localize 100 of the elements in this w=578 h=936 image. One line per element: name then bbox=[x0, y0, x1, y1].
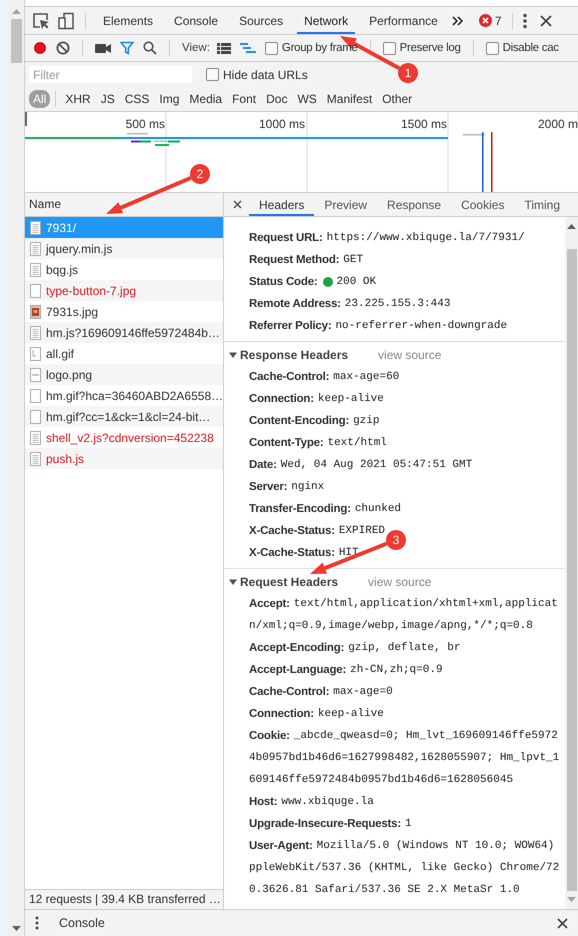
panel-tab[interactable]: Console bbox=[167, 7, 226, 34]
request-row[interactable]: shell_v2.js?cdnversion=452238 bbox=[25, 427, 223, 448]
header-name: Content-Type: bbox=[249, 437, 324, 449]
type-filter[interactable]: WS bbox=[293, 90, 321, 108]
type-filter[interactable]: Doc bbox=[262, 90, 292, 108]
header-name: Content-Encoding: bbox=[249, 415, 350, 427]
request-row[interactable]: logo.png bbox=[25, 364, 223, 385]
request-row[interactable]: hm.js?169609146ffe5972484b… bbox=[25, 322, 223, 343]
chevrons-icon[interactable] bbox=[452, 16, 464, 26]
device-icon[interactable] bbox=[57, 12, 75, 30]
detail-tab[interactable]: Timing bbox=[514, 193, 570, 216]
timeline-tick-label: 1000 ms bbox=[258, 117, 305, 131]
record-button[interactable] bbox=[33, 41, 47, 55]
waterfall-view-icon[interactable] bbox=[240, 42, 256, 54]
drawer-tab[interactable]: Console bbox=[59, 916, 105, 930]
blank-file-icon bbox=[30, 284, 41, 298]
header-name: Request URL: bbox=[249, 232, 323, 244]
scroll-up-icon[interactable] bbox=[567, 223, 576, 229]
request-name: shell_v2.js?cdnversion=452238 bbox=[46, 430, 214, 444]
checkbox[interactable] bbox=[264, 42, 278, 54]
view-source-link[interactable]: view source bbox=[368, 575, 432, 589]
type-filter[interactable]: Other bbox=[378, 90, 416, 108]
detail-tab[interactable]: Response bbox=[377, 193, 452, 216]
header-value: 200 OK bbox=[336, 276, 376, 288]
image-thumbnail-icon bbox=[30, 304, 41, 318]
header-value: EXPIRED bbox=[338, 525, 386, 537]
scroll-down-icon[interactable] bbox=[12, 926, 20, 932]
blank-file-icon bbox=[30, 410, 41, 424]
filter-icon[interactable] bbox=[120, 41, 134, 55]
header-value: no-referrer-when-downgrade bbox=[335, 320, 508, 332]
type-filter[interactable]: Font bbox=[228, 90, 260, 108]
request-name: hm.gif?hca=36460ABD2A6558… bbox=[46, 388, 224, 402]
close-icon[interactable] bbox=[557, 918, 568, 928]
checkbox-label: Hide data URLs bbox=[223, 68, 308, 82]
request-row[interactable]: hm.gif?hca=36460ABD2A6558… bbox=[25, 385, 223, 406]
more-icon[interactable] bbox=[35, 916, 39, 930]
type-filter[interactable]: Manifest bbox=[322, 90, 376, 108]
camera-icon[interactable] bbox=[95, 42, 111, 54]
panel-tab[interactable]: Sources bbox=[232, 7, 290, 34]
clear-icon[interactable] bbox=[56, 41, 70, 55]
type-filter[interactable]: XHR bbox=[61, 90, 95, 108]
checkbox[interactable] bbox=[486, 42, 499, 54]
scrollbar-thumb[interactable] bbox=[566, 249, 576, 891]
header-value: _abcde_qweasd=0; Hm_lvt_169609146ffe5972 bbox=[294, 730, 558, 742]
header-name: Upgrade-Insecure-Requests: bbox=[249, 818, 402, 830]
type-filter[interactable]: Img bbox=[155, 90, 184, 108]
detail-tab[interactable]: Headers bbox=[249, 193, 314, 216]
header-value: https://www.xbiquge.la/7/7931/ bbox=[326, 232, 525, 244]
header-name: Connection: bbox=[249, 393, 314, 405]
close-icon[interactable] bbox=[540, 14, 552, 26]
column-header[interactable]: Name bbox=[25, 193, 223, 217]
request-row[interactable]: bqg.js bbox=[25, 259, 223, 280]
annotation-number: 3 bbox=[386, 530, 406, 550]
expand-triangle-icon[interactable] bbox=[229, 351, 237, 359]
type-filter[interactable]: JS bbox=[96, 90, 119, 108]
close-icon[interactable] bbox=[233, 200, 242, 209]
header-value: keep-alive bbox=[318, 708, 384, 720]
filter-field[interactable]: Filter bbox=[29, 66, 192, 83]
request-name: type-button-7.jpg bbox=[46, 284, 136, 298]
header-name: Cache-Control: bbox=[249, 686, 330, 698]
request-row[interactable]: jquery.min.js bbox=[25, 238, 223, 259]
request-row[interactable]: all.gif bbox=[25, 343, 223, 364]
header-name: Accept-Encoding: bbox=[249, 642, 344, 654]
checkbox[interactable] bbox=[206, 68, 219, 81]
header-value: 0.3626.81 Safari/537.36 SE 2.X MetaSr 1.0 bbox=[249, 884, 520, 896]
expand-triangle-icon[interactable] bbox=[229, 578, 237, 586]
view-source-link[interactable]: view source bbox=[378, 348, 442, 362]
header-value: nginx bbox=[291, 481, 324, 493]
inspect-icon[interactable] bbox=[32, 12, 50, 30]
request-row[interactable]: 7931s.jpg bbox=[25, 301, 223, 322]
checkbox-label: Group by frame bbox=[282, 42, 358, 54]
request-row[interactable]: hm.gif?cc=1&ck=1&cl=24-bit… bbox=[25, 406, 223, 427]
request-name: hm.js?169609146ffe5972484b… bbox=[46, 326, 220, 340]
header-value: gzip, deflate, br bbox=[348, 642, 460, 654]
header-name: Status Code: bbox=[249, 276, 318, 288]
panel-tab[interactable]: Performance bbox=[362, 7, 445, 34]
detail-tab[interactable]: Cookies bbox=[451, 193, 514, 216]
request-row[interactable]: type-button-7.jpg bbox=[25, 280, 223, 301]
list-view-icon[interactable] bbox=[216, 42, 231, 54]
more-icon[interactable] bbox=[522, 12, 526, 28]
request-name: all.gif bbox=[46, 346, 74, 360]
type-filter[interactable]: Media bbox=[185, 90, 226, 108]
request-name: push.js bbox=[46, 452, 84, 466]
document-icon bbox=[30, 242, 41, 256]
document-icon bbox=[30, 430, 41, 444]
section-title[interactable]: Response Headers bbox=[240, 348, 348, 362]
panel-tab[interactable]: Elements bbox=[96, 7, 160, 34]
section-title[interactable]: Request Headers bbox=[240, 575, 338, 589]
detail-tab[interactable]: Preview bbox=[314, 193, 378, 216]
type-filter[interactable]: CSS bbox=[120, 90, 154, 108]
scrollbar-thumb[interactable] bbox=[10, 19, 22, 63]
request-name: logo.png bbox=[46, 368, 92, 382]
request-row[interactable]: push.js bbox=[25, 448, 223, 469]
search-icon[interactable] bbox=[143, 41, 157, 55]
header-value: chunked bbox=[354, 503, 402, 515]
header-value: 609146ffe5972484b0957bd1b46d6=1628056045 bbox=[249, 774, 514, 786]
header-value: max-age=0 bbox=[333, 686, 393, 698]
checkbox[interactable] bbox=[382, 42, 396, 54]
request-name: 7931s.jpg bbox=[46, 304, 98, 318]
header-value: 1 bbox=[405, 818, 412, 830]
